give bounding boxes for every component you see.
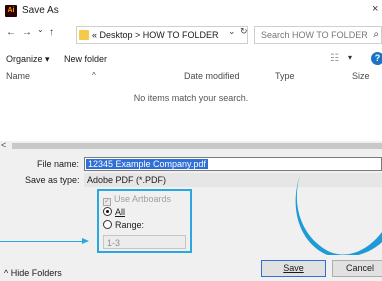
file-name-label: File name: bbox=[37, 159, 80, 169]
column-date-modified[interactable]: Date modified bbox=[184, 71, 240, 81]
address-bar[interactable]: « Desktop > HOW TO FOLDER bbox=[76, 26, 248, 44]
search-input[interactable]: Search HOW TO FOLDER ⌕ bbox=[254, 26, 382, 44]
cancel-button[interactable]: Cancel bbox=[332, 260, 382, 277]
breadcrumb[interactable]: « Desktop > HOW TO FOLDER bbox=[92, 30, 218, 40]
title-bar: Ai Save As × bbox=[0, 0, 382, 22]
forward-arrow-icon[interactable]: → bbox=[22, 27, 32, 38]
scroll-left-icon[interactable]: < bbox=[1, 140, 6, 150]
column-type[interactable]: Type bbox=[275, 71, 295, 81]
artboards-options-box: ✓ Use Artboards All Range: 1-3 bbox=[97, 189, 192, 253]
scrollbar-thumb[interactable] bbox=[12, 143, 382, 149]
view-options-icon[interactable]: ☷ bbox=[330, 53, 339, 64]
illustrator-swoosh-graphic bbox=[295, 175, 382, 255]
organize-menu[interactable]: Organize ▾ bbox=[6, 54, 50, 65]
radio-empty-icon bbox=[103, 220, 112, 229]
radio-range-label: Range: bbox=[115, 220, 145, 230]
address-row: ← → ⌄ ↑ « Desktop > HOW TO FOLDER ⌄ ↻ Se… bbox=[0, 24, 382, 46]
save-as-dialog: Ai Save As × ← → ⌄ ↑ « Desktop > HOW TO … bbox=[0, 0, 382, 281]
file-name-value: 12345 Example Company.pdf bbox=[86, 159, 208, 169]
checkbox-icon: ✓ bbox=[103, 198, 111, 206]
callout-arrow-line bbox=[0, 241, 84, 242]
range-value: 1-3 bbox=[107, 238, 121, 248]
search-placeholder: Search HOW TO FOLDER bbox=[261, 30, 368, 40]
save-button-label: Save bbox=[283, 263, 304, 273]
hide-folders-toggle[interactable]: ^ Hide Folders bbox=[4, 268, 62, 278]
toolbar: Organize ▾ New folder ☷ ▾ ? bbox=[0, 50, 382, 68]
radio-all[interactable]: All bbox=[103, 207, 125, 217]
illustrator-app-icon: Ai bbox=[5, 5, 17, 17]
save-type-value: Adobe PDF (*.PDF) bbox=[87, 175, 167, 185]
save-type-label: Save as type: bbox=[25, 175, 80, 185]
back-arrow-icon[interactable]: ← bbox=[6, 27, 16, 38]
new-folder-button[interactable]: New folder bbox=[64, 54, 107, 64]
folder-icon bbox=[79, 30, 89, 40]
horizontal-scrollbar[interactable]: < bbox=[0, 140, 382, 151]
sort-caret-icon: ^ bbox=[92, 71, 96, 80]
address-dropdown-icon[interactable]: ⌄ bbox=[228, 26, 236, 37]
cancel-button-label: Cancel bbox=[345, 263, 374, 273]
search-icon[interactable]: ⌕ bbox=[373, 29, 379, 40]
close-icon[interactable]: × bbox=[372, 3, 378, 15]
column-headers: ^ Name Date modified Type Size bbox=[0, 68, 382, 84]
use-artboards-label: Use Artboards bbox=[114, 194, 172, 204]
save-button[interactable]: Save bbox=[261, 260, 326, 277]
dialog-title: Save As bbox=[22, 5, 59, 16]
callout-arrow-icon bbox=[82, 238, 89, 244]
refresh-icon[interactable]: ↻ bbox=[240, 26, 248, 37]
save-options-panel: File name: 12345 Example Company.pdf Sav… bbox=[0, 151, 382, 281]
view-dropdown-icon[interactable]: ▾ bbox=[348, 53, 352, 62]
help-icon[interactable]: ? bbox=[371, 52, 382, 65]
column-size[interactable]: Size bbox=[352, 71, 370, 81]
radio-range[interactable]: Range: bbox=[103, 220, 144, 230]
radio-all-label: All bbox=[115, 207, 126, 217]
recent-locations-icon[interactable]: ⌄ bbox=[37, 25, 44, 34]
use-artboards-checkbox[interactable]: ✓ Use Artboards bbox=[103, 194, 171, 206]
range-input[interactable]: 1-3 bbox=[103, 235, 186, 249]
column-name[interactable]: Name bbox=[6, 71, 30, 81]
empty-list-message: No items match your search. bbox=[133, 93, 249, 103]
file-name-field[interactable]: 12345 Example Company.pdf bbox=[84, 157, 382, 171]
up-arrow-icon[interactable]: ↑ bbox=[49, 27, 54, 38]
radio-selected-icon bbox=[103, 207, 112, 216]
